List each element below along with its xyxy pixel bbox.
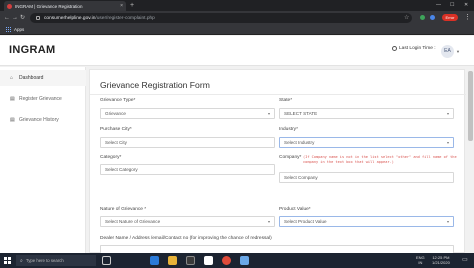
company-value: Select Company bbox=[284, 175, 318, 180]
clock-icon bbox=[392, 46, 397, 51]
close-tab-icon[interactable]: × bbox=[120, 3, 123, 9]
minimize-icon[interactable]: — bbox=[436, 1, 441, 10]
file-explorer-icon[interactable] bbox=[168, 256, 177, 265]
url-host: consumerhelpline.gov.in bbox=[44, 15, 96, 21]
app-header: INGRAM Last Login Time : EA ▼ bbox=[0, 36, 474, 66]
task-view-icon[interactable] bbox=[102, 256, 111, 265]
sidebar: ⌂ Dashboard ▤ Register Grievance ▤ Griev… bbox=[0, 67, 86, 253]
extension-icon[interactable] bbox=[420, 15, 425, 20]
taskbar-search[interactable]: ⌕ Type here to search bbox=[16, 255, 96, 266]
doc-icon: ▤ bbox=[10, 95, 15, 102]
category-value: Select Category bbox=[105, 167, 138, 172]
home-icon: ⌂ bbox=[10, 74, 14, 81]
purchase-city-value: Select City bbox=[105, 140, 127, 145]
last-login-label: Last Login Time : bbox=[399, 46, 436, 51]
scrollbar-thumb[interactable] bbox=[468, 71, 473, 141]
scrollbar[interactable] bbox=[467, 67, 474, 253]
app-icon[interactable] bbox=[240, 256, 249, 265]
reload-icon[interactable]: ↻ bbox=[20, 14, 25, 22]
apps-bookmark[interactable]: Apps bbox=[6, 27, 24, 32]
purchase-city-select[interactable]: Select City bbox=[100, 137, 275, 148]
bookmark-star-icon[interactable]: ☆ bbox=[404, 14, 409, 22]
dealer-input[interactable] bbox=[100, 245, 454, 253]
sidebar-item-register-grievance[interactable]: ▤ Register Grievance bbox=[0, 91, 86, 107]
language-indicator[interactable]: ENG IN bbox=[416, 255, 425, 265]
taskbar-search-placeholder: Type here to search bbox=[25, 258, 64, 263]
notifications-icon[interactable]: ▭ bbox=[462, 256, 468, 265]
sidebar-item-label: Dashboard bbox=[19, 75, 44, 81]
chevron-down-icon: ▾ bbox=[446, 219, 449, 224]
dealer-label: Dealer Name / Address /email/Contact no … bbox=[100, 236, 272, 241]
apps-label: Apps bbox=[14, 27, 25, 32]
category-select[interactable]: Select Category bbox=[100, 164, 275, 175]
extension-icon[interactable] bbox=[430, 15, 435, 20]
nature-value: Select Nature of Grievance bbox=[105, 219, 161, 224]
nature-label: Nature of Grievance * bbox=[100, 207, 147, 212]
industry-value: Select Industry bbox=[284, 140, 315, 145]
bookmarks-bar: Apps bbox=[0, 25, 474, 35]
product-value-value: Select Product Value bbox=[284, 219, 327, 224]
address-bar[interactable]: consumerhelpline.gov.in /user/register-c… bbox=[30, 13, 412, 23]
company-label: Company* bbox=[279, 155, 302, 160]
windows-start-icon[interactable] bbox=[4, 257, 11, 264]
clock[interactable]: 12:25 PM 1/21/2020 bbox=[432, 255, 450, 265]
last-login: Last Login Time : bbox=[392, 46, 436, 51]
purchase-city-label: Purchase City* bbox=[100, 127, 132, 132]
tab-title: INGRAM | Grievance Registration bbox=[15, 3, 83, 9]
new-tab-icon[interactable]: + bbox=[130, 1, 134, 10]
state-select[interactable]: SELECT STATE ▾ bbox=[279, 108, 454, 119]
browser-tab[interactable]: INGRAM | Grievance Registration × bbox=[4, 1, 126, 11]
close-window-icon[interactable]: ✕ bbox=[464, 1, 468, 10]
product-value-label: Product Value* bbox=[279, 207, 311, 212]
chrome-icon[interactable] bbox=[222, 256, 231, 265]
browser-menu-icon[interactable]: ⋮ bbox=[464, 13, 471, 22]
chevron-down-icon: ▾ bbox=[267, 219, 270, 224]
back-icon[interactable]: ← bbox=[4, 14, 10, 22]
browser-tabstrip: INGRAM | Grievance Registration × + — ☐ … bbox=[0, 0, 474, 11]
history-icon: ▤ bbox=[10, 116, 15, 123]
divider bbox=[90, 94, 466, 95]
state-label: State* bbox=[279, 98, 293, 103]
company-note: (If Company name is not in the list sele… bbox=[303, 155, 457, 164]
grievance-type-label: Grievance Type* bbox=[100, 98, 136, 103]
url-path: /user/register-complaint.php bbox=[95, 15, 155, 21]
browser-toolbar: ← → ↻ consumerhelpline.gov.in /user/regi… bbox=[0, 11, 474, 25]
error-badge[interactable]: Error bbox=[442, 14, 458, 21]
company-select[interactable]: Select Company bbox=[279, 172, 454, 183]
sidebar-item-label: Grievance History bbox=[19, 117, 59, 123]
forward-icon[interactable]: → bbox=[12, 14, 18, 22]
taskbar: ⌕ Type here to search ENG IN 12:25 PM 1/… bbox=[0, 253, 474, 268]
maximize-icon[interactable]: ☐ bbox=[450, 1, 454, 10]
region-text: IN bbox=[418, 259, 423, 265]
form-card: Grievance Registration Form Grievance Ty… bbox=[89, 69, 466, 253]
chevron-down-icon: ▾ bbox=[446, 140, 449, 145]
grievance-type-select[interactable]: Grievance ▾ bbox=[100, 108, 275, 119]
page-title: Grievance Registration Form bbox=[100, 80, 210, 90]
category-label: Category* bbox=[100, 155, 122, 160]
brand-logo[interactable]: INGRAM bbox=[9, 44, 55, 56]
avatar[interactable]: EA bbox=[441, 45, 454, 58]
edge-icon[interactable] bbox=[150, 256, 159, 265]
sidebar-item-dashboard[interactable]: ⌂ Dashboard bbox=[0, 70, 86, 86]
store-icon[interactable] bbox=[186, 256, 195, 265]
apps-grid-icon bbox=[6, 27, 11, 32]
sidebar-item-label: Register Grievance bbox=[19, 96, 62, 102]
date-text: 1/21/2020 bbox=[432, 259, 450, 265]
chevron-down-icon: ▾ bbox=[267, 111, 270, 116]
grievance-type-value: Grievance bbox=[105, 111, 126, 116]
sidebar-item-grievance-history[interactable]: ▤ Grievance History bbox=[0, 112, 86, 128]
industry-label: Industry* bbox=[279, 127, 298, 132]
search-icon: ⌕ bbox=[20, 257, 23, 264]
industry-select[interactable]: Select Industry ▾ bbox=[279, 137, 454, 148]
chevron-down-icon: ▾ bbox=[446, 111, 449, 116]
product-value-select[interactable]: Select Product Value ▾ bbox=[279, 216, 454, 227]
chevron-down-icon[interactable]: ▼ bbox=[456, 49, 460, 54]
lock-icon bbox=[36, 16, 40, 20]
mail-icon[interactable] bbox=[204, 256, 213, 265]
state-value: SELECT STATE bbox=[284, 111, 318, 116]
site-favicon-icon bbox=[7, 3, 12, 9]
nature-select[interactable]: Select Nature of Grievance ▾ bbox=[100, 216, 275, 227]
